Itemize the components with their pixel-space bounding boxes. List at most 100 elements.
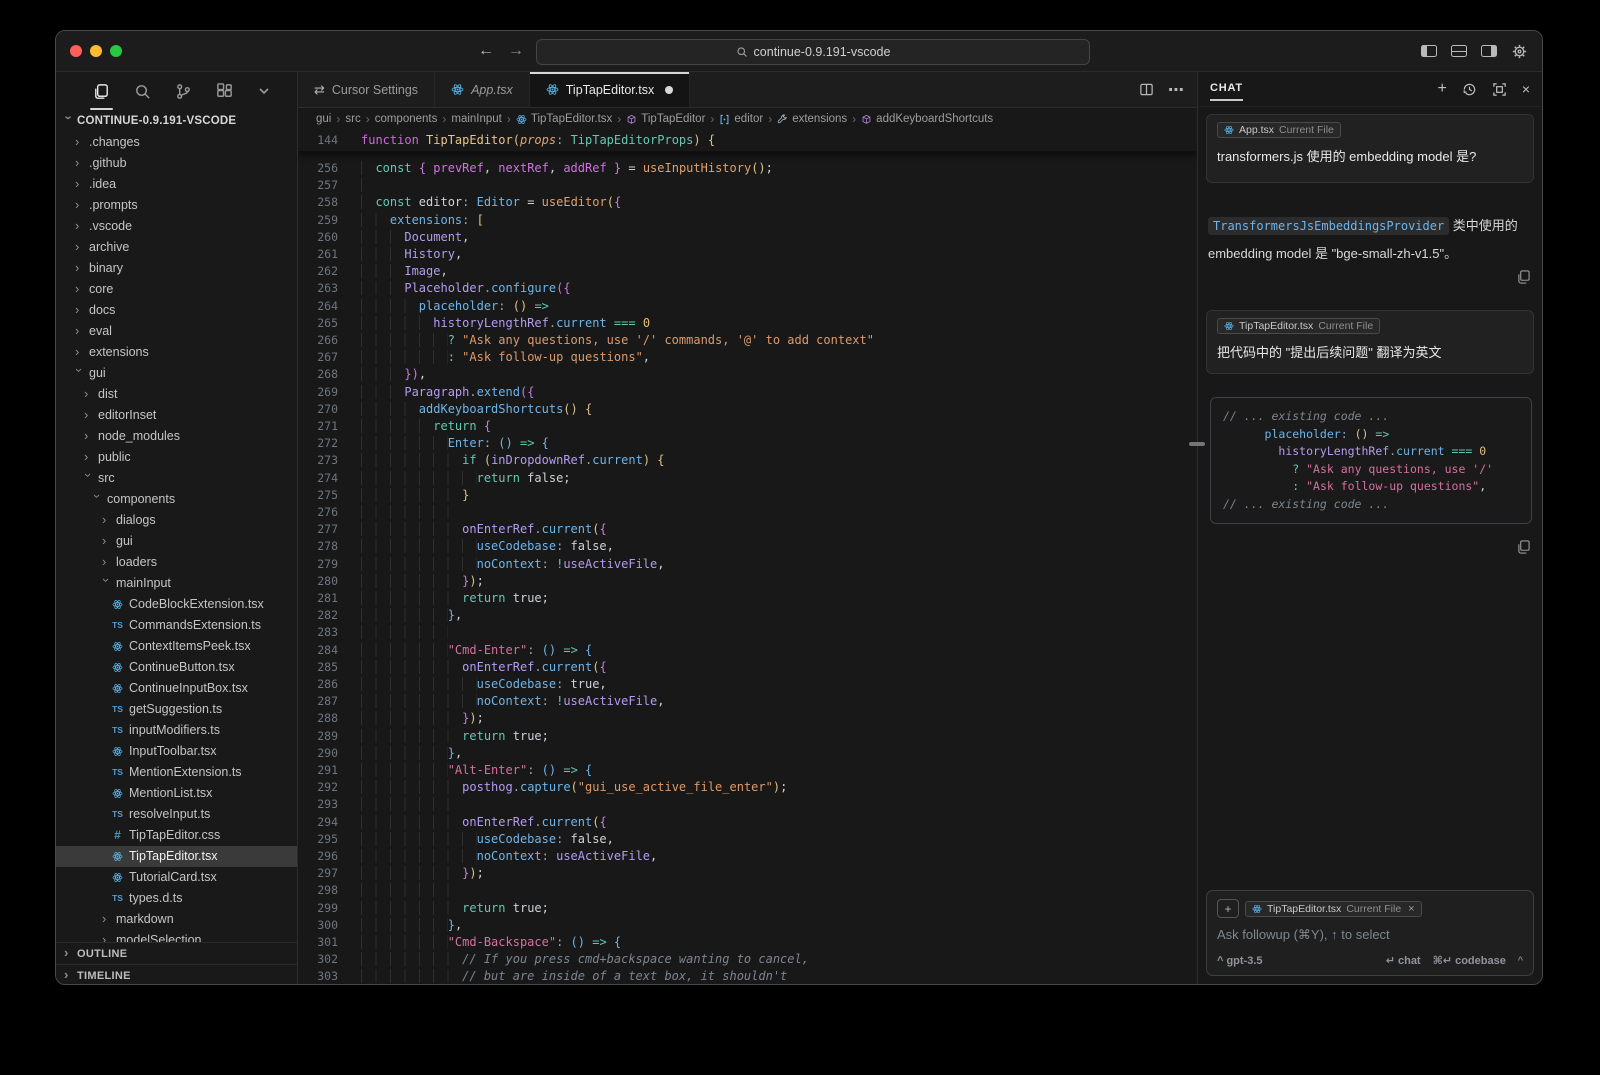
user-message-1[interactable]: App.tsx Current File transformers.js 使用的… <box>1206 114 1534 183</box>
line-number: 264 <box>298 298 338 315</box>
close-panel-icon[interactable]: × <box>1522 81 1530 97</box>
history-icon[interactable] <box>1462 82 1477 97</box>
editor-group: ⇄ Cursor Settings App.tsx TipTapEditor.t… <box>298 72 1197 985</box>
tree-item-editorInset[interactable]: ›editorInset <box>56 405 297 426</box>
breadcrumb-item-TipTapEditor.tsx[interactable]: TipTapEditor.tsx <box>516 113 612 125</box>
tree-item-TipTapEditor.tsx[interactable]: TipTapEditor.tsx <box>56 846 297 867</box>
breadcrumb-item-addKeyboardShortcuts[interactable]: addKeyboardShortcuts <box>861 113 993 125</box>
tree-item-TutorialCard.tsx[interactable]: TutorialCard.tsx <box>56 867 297 888</box>
tree-item-getSuggestion.ts[interactable]: TSgetSuggestion.ts <box>56 699 297 720</box>
minimize-window-button[interactable] <box>90 45 102 57</box>
code-editor[interactable]: 144function TipTapEditor(props: TipTapEd… <box>298 130 1197 985</box>
tree-item-core[interactable]: ›core <box>56 279 297 300</box>
sticky-scroll-line[interactable]: 144function TipTapEditor(props: TipTapEd… <box>298 130 1197 152</box>
expand-icon[interactable] <box>1492 82 1507 97</box>
chat-input[interactable]: + TipTapEditor.tsx Current File × Ask fo… <box>1206 890 1534 976</box>
codebase-caret-icon[interactable]: ^ <box>1518 955 1523 967</box>
tree-item-src[interactable]: ›src <box>56 468 297 489</box>
tree-item-inputModifiers.ts[interactable]: TSinputModifiers.ts <box>56 720 297 741</box>
user-message-2[interactable]: TipTapEditor.tsx Current File 把代码中的 "提出后… <box>1206 310 1534 374</box>
breadcrumb-item-editor[interactable]: editor <box>719 113 763 125</box>
split-editor-icon[interactable] <box>1139 82 1154 97</box>
back-arrow-icon[interactable]: ← <box>478 42 494 60</box>
tab-app-tsx[interactable]: App.tsx <box>435 72 530 107</box>
tree-item-CodeBlockExtension.tsx[interactable]: CodeBlockExtension.tsx <box>56 594 297 615</box>
tree-item-.github[interactable]: ›.github <box>56 153 297 174</box>
context-badge[interactable]: TipTapEditor.tsx Current File × <box>1245 901 1422 917</box>
tree-item-dist[interactable]: ›dist <box>56 384 297 405</box>
tree-item-modelSelection[interactable]: ›modelSelection <box>56 930 297 942</box>
tree-item-ContinueButton.tsx[interactable]: ContinueButton.tsx <box>56 657 297 678</box>
close-window-button[interactable] <box>70 45 82 57</box>
context-badge[interactable]: TipTapEditor.tsx Current File <box>1217 318 1380 334</box>
tree-item-gui[interactable]: ›gui <box>56 531 297 552</box>
toggle-secondary-sidebar-icon[interactable] <box>1481 45 1497 57</box>
tree-item-mainInput[interactable]: ›mainInput <box>56 573 297 594</box>
line-number: 287 <box>298 693 338 710</box>
line-number: 289 <box>298 728 338 745</box>
tree-item-public[interactable]: ›public <box>56 447 297 468</box>
tree-item-binary[interactable]: ›binary <box>56 258 297 279</box>
tree-item-types.d.ts[interactable]: TStypes.d.ts <box>56 888 297 909</box>
chat-title[interactable]: CHAT <box>1210 82 1243 97</box>
add-context-button[interactable]: + <box>1217 899 1239 918</box>
breadcrumb-item-mainInput[interactable]: mainInput <box>451 113 502 125</box>
context-badge[interactable]: App.tsx Current File <box>1217 122 1341 138</box>
breadcrumb-item-TipTapEditor[interactable]: TipTapEditor <box>626 113 705 125</box>
tree-item-gui[interactable]: ›gui <box>56 363 297 384</box>
tab-tiptapeditor-tsx[interactable]: TipTapEditor.tsx <box>530 72 690 107</box>
zoom-window-button[interactable] <box>110 45 122 57</box>
search-panel-icon[interactable] <box>133 82 152 101</box>
new-chat-icon[interactable]: + <box>1437 80 1446 98</box>
enter-codebase-hint[interactable]: ⌘↵ codebase <box>1433 954 1506 967</box>
tree-item-.changes[interactable]: ›.changes <box>56 132 297 153</box>
tree-item-.idea[interactable]: ›.idea <box>56 174 297 195</box>
tree-item-markdown[interactable]: ›markdown <box>56 909 297 930</box>
forward-arrow-icon[interactable]: → <box>508 42 524 60</box>
tree-item-extensions[interactable]: ›extensions <box>56 342 297 363</box>
tree-item-MentionList.tsx[interactable]: MentionList.tsx <box>56 783 297 804</box>
toggle-sidebar-icon[interactable] <box>1421 45 1437 57</box>
tree-item-label: ContinueButton.tsx <box>129 657 235 678</box>
source-control-icon[interactable] <box>174 82 193 101</box>
copy-icon[interactable] <box>1517 540 1530 554</box>
tree-item-eval[interactable]: ›eval <box>56 321 297 342</box>
outline-section[interactable]: › OUTLINE <box>56 942 297 964</box>
breadcrumb-item-src[interactable]: src <box>345 113 360 125</box>
explorer-icon[interactable] <box>92 82 111 101</box>
tree-item-InputToolbar.tsx[interactable]: InputToolbar.tsx <box>56 741 297 762</box>
modified-dot-icon[interactable] <box>665 86 673 94</box>
tree-item-loaders[interactable]: ›loaders <box>56 552 297 573</box>
gear-icon[interactable] <box>1511 43 1528 60</box>
tree-item-MentionExtension.ts[interactable]: TSMentionExtension.ts <box>56 762 297 783</box>
tree-item-TipTapEditor.css[interactable]: #TipTapEditor.css <box>56 825 297 846</box>
timeline-section[interactable]: › TIMELINE <box>56 964 297 985</box>
tree-item-ContextItemsPeek.tsx[interactable]: ContextItemsPeek.tsx <box>56 636 297 657</box>
tree-item-resolveInput.ts[interactable]: TSresolveInput.ts <box>56 804 297 825</box>
tree-item-.vscode[interactable]: ›.vscode <box>56 216 297 237</box>
tree-item-.prompts[interactable]: ›.prompts <box>56 195 297 216</box>
breadcrumb-item-gui[interactable]: gui <box>316 113 331 125</box>
more-actions-icon[interactable]: ⋯ <box>1168 80 1185 100</box>
copy-icon[interactable] <box>1517 270 1530 284</box>
remove-context-icon[interactable]: × <box>1408 903 1414 915</box>
tree-item-components[interactable]: ›components <box>56 489 297 510</box>
breadcrumb-item-components[interactable]: components <box>375 113 438 125</box>
toggle-panel-icon[interactable] <box>1451 45 1467 57</box>
tree-item-CommandsExtension.ts[interactable]: TSCommandsExtension.ts <box>56 615 297 636</box>
enter-chat-hint[interactable]: ↵ chat <box>1386 954 1421 967</box>
extensions-icon[interactable] <box>215 82 234 101</box>
sash-handle[interactable] <box>1189 442 1205 446</box>
tree-item-docs[interactable]: ›docs <box>56 300 297 321</box>
workspace-root[interactable]: › CONTINUE-0.9.191-VSCODE <box>56 110 297 132</box>
more-views-chevron-icon[interactable] <box>256 83 272 99</box>
model-selector[interactable]: ^ gpt-3.5 <box>1217 955 1263 967</box>
tree-item-archive[interactable]: ›archive <box>56 237 297 258</box>
tree-item-ContinueInputBox.tsx[interactable]: ContinueInputBox.tsx <box>56 678 297 699</box>
breadcrumb-item-extensions[interactable]: extensions <box>777 113 847 125</box>
typescript-icon: TS <box>111 615 124 636</box>
tree-item-node_modules[interactable]: ›node_modules <box>56 426 297 447</box>
command-center-search[interactable]: continue-0.9.191-vscode <box>536 39 1090 65</box>
tab-cursor-settings[interactable]: ⇄ Cursor Settings <box>298 72 435 107</box>
tree-item-dialogs[interactable]: ›dialogs <box>56 510 297 531</box>
